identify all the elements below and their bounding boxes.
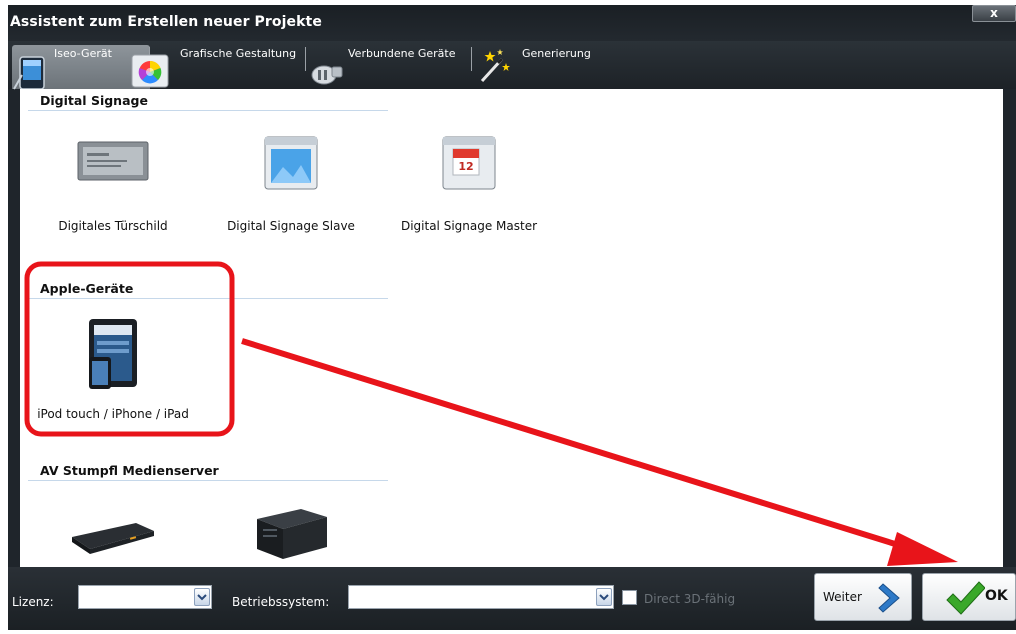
section-divider — [28, 110, 388, 111]
tab-separator — [305, 47, 306, 71]
project-type-list: Digital Signage Digitales Türschild Digi… — [20, 89, 1003, 567]
license-select[interactable] — [78, 585, 212, 609]
project-item-label: Digitales Türschild — [58, 219, 168, 233]
tab-generation-label: Generierung — [522, 47, 591, 60]
next-button-label: Weiter — [823, 590, 862, 604]
door-sign-icon — [77, 141, 149, 181]
direct3d-label: Direct 3D-fähig — [644, 592, 736, 606]
svg-text:12: 12 — [458, 160, 473, 173]
license-dropdown-button[interactable] — [194, 588, 210, 606]
next-button[interactable]: Weiter — [814, 573, 912, 621]
window-title: Assistent zum Erstellen neuer Projekte — [10, 14, 322, 30]
section-divider — [28, 298, 388, 299]
project-item-label: Digital Signage Slave — [227, 219, 355, 233]
tab-graphic-design-label: Grafische Gestaltung — [180, 47, 297, 60]
os-select[interactable] — [348, 585, 614, 609]
tab-separator — [471, 47, 472, 71]
wizard-window: Assistent zum Erstellen neuer Projekte x… — [8, 5, 1016, 630]
magic-wand-icon — [480, 49, 510, 83]
tab-connected-devices-label: Verbundene Geräte — [348, 47, 456, 60]
os-label: Betriebssystem: — [232, 595, 330, 609]
tab-bar: Iseo-Gerät Grafische Gestaltung Verbunde… — [8, 41, 1016, 90]
tab-generation[interactable]: Generierung — [476, 45, 626, 89]
tab-connected-devices[interactable]: Verbundene Geräte — [308, 45, 470, 89]
project-item-label: iPod touch / iPhone / iPad — [37, 407, 189, 421]
next-arrow-icon — [878, 583, 900, 613]
case-server-icon — [257, 509, 327, 559]
display-window-icon — [264, 136, 318, 190]
project-item-label: Digital Signage Master — [400, 219, 538, 233]
chevron-down-icon — [197, 594, 207, 601]
rack-server-icon — [72, 523, 154, 554]
tab-graphic-design[interactable]: Grafische Gestaltung — [126, 45, 306, 89]
ok-button-label: OK — [985, 588, 1008, 604]
tab-iseo-device-label: Iseo-Gerät — [54, 47, 112, 60]
project-item-rack-server[interactable] — [28, 489, 198, 567]
title-bar: Assistent zum Erstellen neuer Projekte x — [8, 5, 1016, 41]
pda-icon — [13, 56, 45, 90]
calendar-window-icon: 12 — [442, 136, 496, 190]
checkmark-icon — [946, 581, 985, 615]
chevron-down-icon — [599, 594, 609, 601]
ipad-iphone-icon — [89, 319, 137, 389]
license-label: Lizenz: — [12, 595, 54, 609]
section-divider — [28, 480, 388, 481]
section-title: AV Stumpfl Medienserver — [40, 463, 219, 478]
close-button[interactable]: x — [972, 5, 1016, 22]
ok-button[interactable]: OK — [922, 573, 1016, 621]
os-dropdown-button[interactable] — [596, 588, 612, 606]
section-title: Digital Signage — [40, 93, 148, 108]
direct3d-checkbox[interactable] — [622, 590, 637, 605]
project-item-case-server[interactable] — [206, 489, 376, 567]
color-wheel-icon — [131, 54, 169, 88]
plug-icon — [311, 65, 343, 85]
project-item-ios[interactable]: iPod touch / iPhone / iPad — [28, 309, 198, 429]
project-item-door-sign[interactable]: Digitales Türschild — [28, 127, 198, 247]
bottom-bar: Lizenz: Betriebssystem: Direct 3D-fähig … — [8, 567, 1016, 630]
project-item-signage-slave[interactable]: Digital Signage Slave — [206, 127, 376, 247]
section-title: Apple-Geräte — [40, 281, 134, 296]
project-item-signage-master[interactable]: 12 Digital Signage Master — [384, 127, 554, 247]
